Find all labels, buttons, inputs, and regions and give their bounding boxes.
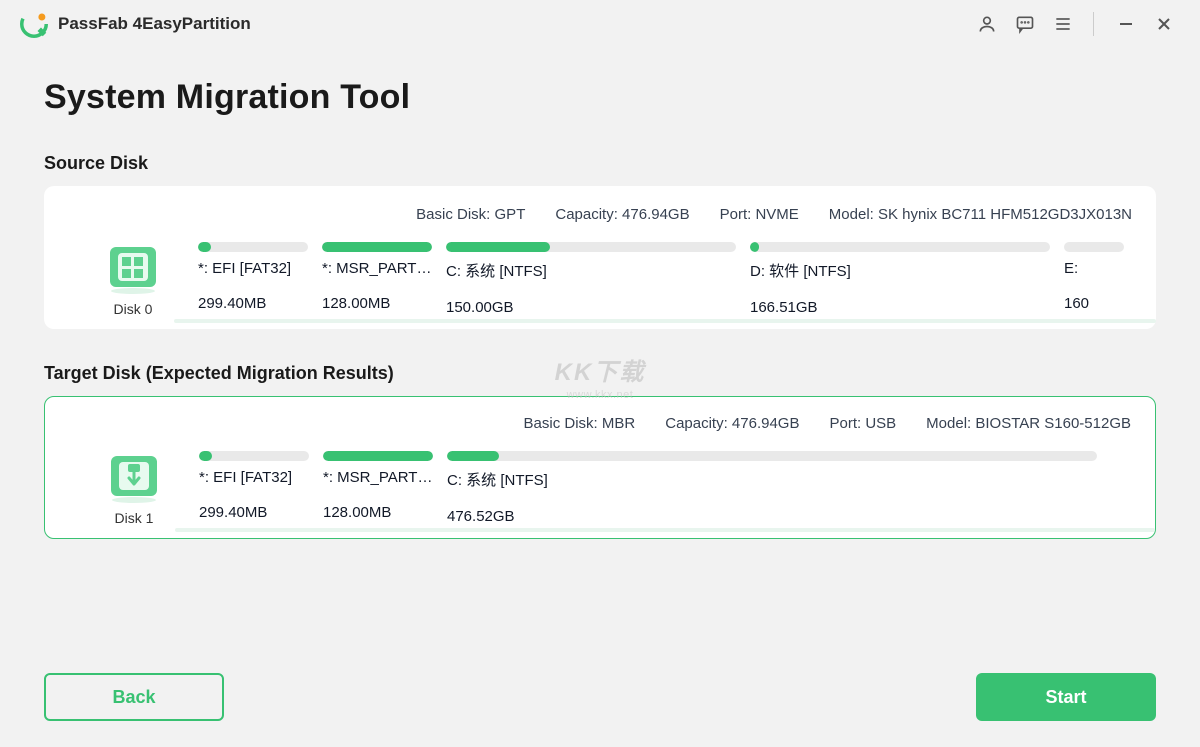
meta-capacity: Capacity: 476.94GB [665, 415, 799, 432]
source-scrollbar[interactable] [174, 319, 1156, 323]
partition[interactable]: E: 160 [1064, 242, 1124, 316]
target-disk-meta: Basic Disk: MBR Capacity: 476.94GB Port:… [69, 415, 1131, 432]
partition-label: *: MSR_PARTI... [322, 260, 432, 277]
source-partitions: *: EFI [FAT32] 299.40MB *: MSR_PARTI... 128… [198, 242, 1132, 316]
menu-icon[interactable] [1047, 8, 1079, 40]
app-title: PassFab 4EasyPartition [58, 14, 251, 34]
partition-size: 150.00GB [446, 299, 736, 316]
meta-model: Model: BIOSTAR S160-512GB [926, 415, 1131, 432]
target-section-label: Target Disk (Expected Migration Results) [44, 363, 1156, 384]
titlebar: PassFab 4EasyPartition [0, 0, 1200, 48]
footer: Back Start [44, 673, 1156, 721]
partition-bar [447, 451, 1097, 461]
partition-label: *: EFI [FAT32] [198, 260, 308, 277]
feedback-icon[interactable] [1009, 8, 1041, 40]
partition-size: 476.52GB [447, 508, 1097, 525]
account-icon[interactable] [971, 8, 1003, 40]
page-title: System Migration Tool [44, 78, 1156, 117]
app-logo-icon [20, 10, 48, 38]
main-content: System Migration Tool Source Disk Basic … [0, 48, 1200, 583]
partition-size: 166.51GB [750, 299, 1050, 316]
partition-bar [1064, 242, 1124, 252]
partition-bar [750, 242, 1050, 252]
meta-basic: Basic Disk: MBR [524, 415, 636, 432]
target-scrollbar[interactable] [175, 528, 1155, 532]
meta-port: Port: NVME [720, 206, 799, 223]
partition-bar [322, 242, 432, 252]
source-disk-icon [106, 241, 160, 295]
partition-label: D: 软件 [NTFS] [750, 260, 1050, 281]
partition[interactable]: C: 系统 [NTFS] 150.00GB [446, 242, 736, 316]
meta-model: Model: SK hynix BC711 HFM512GD3JX013N [829, 206, 1132, 223]
partition-bar [446, 242, 736, 252]
partition-label: C: 系统 [NTFS] [447, 469, 1097, 490]
partition-bar [198, 242, 308, 252]
partition-label: C: 系统 [NTFS] [446, 260, 736, 281]
partition-size: 128.00MB [323, 504, 433, 521]
target-disk-card[interactable]: Basic Disk: MBR Capacity: 476.94GB Port:… [44, 396, 1156, 539]
meta-capacity: Capacity: 476.94GB [555, 206, 689, 223]
start-button[interactable]: Start [976, 673, 1156, 721]
partition[interactable]: D: 软件 [NTFS] 166.51GB [750, 242, 1050, 316]
partition[interactable]: C: 系统 [NTFS] 476.52GB [447, 451, 1097, 525]
partition-size: 299.40MB [198, 295, 308, 312]
source-disk-card: Basic Disk: GPT Capacity: 476.94GB Port:… [44, 186, 1156, 329]
partition-bar [323, 451, 433, 461]
target-disk-icon [107, 450, 161, 504]
meta-port: Port: USB [829, 415, 896, 432]
partition-size: 128.00MB [322, 295, 432, 312]
partition-size: 160 [1064, 295, 1124, 312]
titlebar-separator [1093, 12, 1094, 36]
partition[interactable]: *: EFI [FAT32] 299.40MB [199, 451, 309, 525]
partition-label: E: [1064, 260, 1124, 277]
partition[interactable]: *: MSR_PARTI... 128.00MB [323, 451, 433, 525]
partition-size: 299.40MB [199, 504, 309, 521]
meta-basic: Basic Disk: GPT [416, 206, 525, 223]
minimize-icon[interactable] [1110, 8, 1142, 40]
target-partitions: *: EFI [FAT32] 299.40MB *: MSR_PARTI... 128… [199, 451, 1131, 525]
partition-label: *: EFI [FAT32] [199, 469, 309, 486]
close-icon[interactable] [1148, 8, 1180, 40]
source-section-label: Source Disk [44, 153, 1156, 174]
target-disk-name: Disk 1 [69, 510, 199, 526]
partition-bar [199, 451, 309, 461]
back-button[interactable]: Back [44, 673, 224, 721]
partition[interactable]: *: MSR_PARTI... 128.00MB [322, 242, 432, 316]
source-disk-name: Disk 0 [68, 301, 198, 317]
partition-label: *: MSR_PARTI... [323, 469, 433, 486]
partition[interactable]: *: EFI [FAT32] 299.40MB [198, 242, 308, 316]
source-disk-meta: Basic Disk: GPT Capacity: 476.94GB Port:… [68, 206, 1132, 223]
